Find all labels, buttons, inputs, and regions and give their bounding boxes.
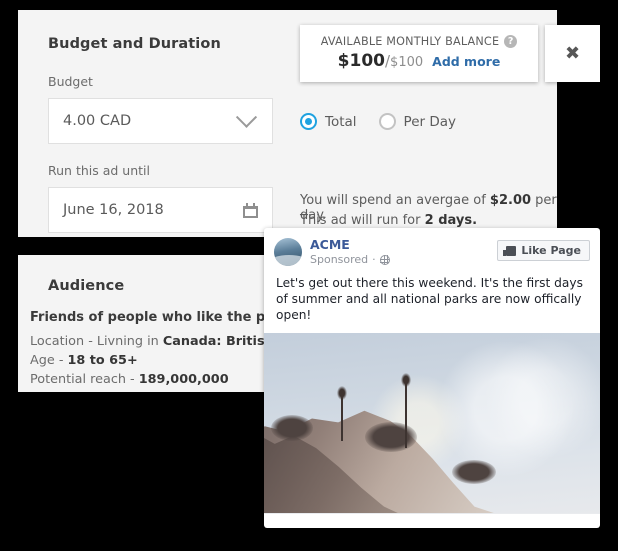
- audience-headline: Friends of people who like the page: [30, 310, 293, 325]
- globe-icon: [379, 254, 390, 265]
- balance-caption-row: AVAILABLE MONTHLY BALANCE ?: [300, 35, 538, 48]
- ad-header: ACME Sponsored · Like Page: [264, 228, 600, 266]
- radio-per-day-mark: [378, 113, 396, 130]
- budget-field-label: Budget: [48, 74, 93, 89]
- audience-reach-line: Potential reach - 189,000,000: [30, 372, 229, 387]
- avatar: [274, 238, 302, 266]
- plant-stalk-shape: [338, 386, 346, 441]
- radio-per-day[interactable]: Per Day: [378, 113, 456, 130]
- like-page-button[interactable]: Like Page: [497, 240, 590, 261]
- balance-caption-text: AVAILABLE MONTHLY BALANCE: [320, 35, 500, 48]
- run-until-field-label: Run this ad until: [48, 163, 150, 178]
- ad-preview-card: ACME Sponsored · Like Page Let's get out…: [264, 228, 600, 528]
- page-title: Budget and Duration: [48, 36, 221, 52]
- radio-total[interactable]: Total: [300, 113, 357, 130]
- add-more-link[interactable]: Add more: [432, 54, 500, 69]
- spend-estimate-amount: $2.00: [489, 193, 532, 208]
- like-label: Like: [316, 527, 344, 528]
- radio-total-label: Total: [325, 113, 357, 130]
- foliage-shape: [452, 460, 497, 485]
- audience-age-value: 18 to 65+: [67, 353, 138, 368]
- ad-identity: ACME Sponsored ·: [310, 238, 497, 266]
- audience-age-line: Age - 18 to 65+: [30, 353, 138, 368]
- run-until-date-value: June 16, 2018: [63, 202, 164, 218]
- audience-reach-value: 189,000,000: [138, 372, 229, 387]
- run-until-date-input[interactable]: June 16, 2018: [48, 187, 273, 233]
- plant-stalk-shape: [402, 373, 410, 449]
- budget-select[interactable]: 4.00 CAD: [48, 98, 273, 144]
- radio-per-day-label: Per Day: [403, 113, 456, 130]
- help-icon[interactable]: ?: [504, 35, 518, 48]
- ad-brand-name[interactable]: ACME: [310, 238, 497, 252]
- sponsored-label: Sponsored: [310, 253, 369, 266]
- close-button[interactable]: ✖: [545, 25, 600, 82]
- ad-action-bar: Like Comment Share: [264, 513, 600, 528]
- audience-location-prefix: Location - Livning in: [30, 334, 163, 349]
- balance-used-amount: $100: [337, 51, 385, 71]
- comment-label: Comment: [410, 527, 474, 528]
- like-button[interactable]: Like: [264, 527, 376, 528]
- close-icon: ✖: [564, 42, 581, 64]
- run-duration-value: 2 days.: [424, 213, 478, 228]
- meta-separator: ·: [372, 253, 376, 266]
- ad-image[interactable]: [264, 333, 600, 513]
- thumbs-up-icon: [503, 245, 517, 256]
- budget-value: 4.00 CAD: [63, 113, 132, 129]
- calendar-icon[interactable]: [243, 202, 258, 218]
- audience-age-prefix: Age -: [30, 353, 68, 368]
- ad-body-text: Let's get out there this weekend. It's t…: [276, 276, 583, 322]
- radio-total-mark: [300, 113, 317, 130]
- spend-estimate-prefix: You will spend an avergae of: [300, 193, 490, 208]
- chevron-down-icon: [235, 106, 258, 128]
- share-button[interactable]: Share: [488, 527, 600, 528]
- foliage-shape: [270, 415, 313, 441]
- balance-total-amount: $100: [390, 55, 424, 70]
- audience-reach-prefix: Potential reach -: [30, 372, 139, 387]
- ad-meta: Sponsored ·: [310, 253, 497, 266]
- audience-title: Audience: [48, 278, 125, 294]
- like-page-label: Like Page: [521, 244, 581, 257]
- run-duration-prefix: This ad will run for: [300, 213, 425, 228]
- comment-button[interactable]: Comment: [376, 527, 488, 528]
- share-label: Share: [534, 527, 573, 528]
- run-duration-line: This ad will run for 2 days.: [300, 213, 477, 228]
- balance-amount-row: $100 / $100 Add more: [300, 51, 538, 71]
- budget-type-radio-group: Total Per Day: [300, 113, 456, 130]
- available-balance-popup: AVAILABLE MONTHLY BALANCE ? $100 / $100 …: [300, 25, 538, 82]
- foliage-shape: [364, 421, 417, 452]
